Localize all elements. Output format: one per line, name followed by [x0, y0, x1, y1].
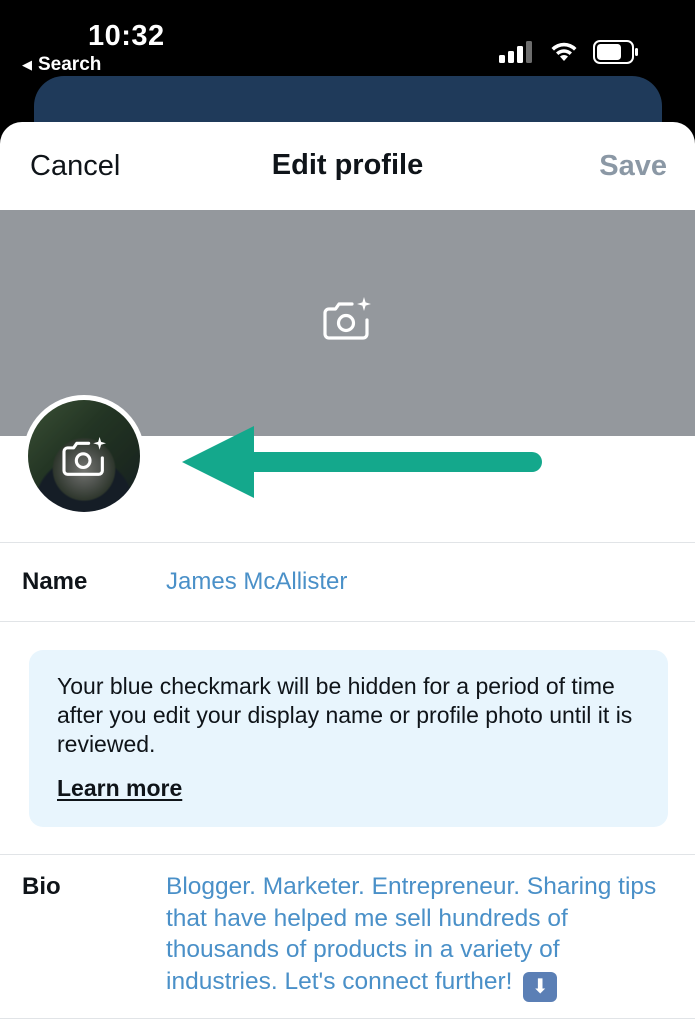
bio-input[interactable]: Blogger. Marketer. Entrepreneur. Sharing…	[166, 871, 666, 1002]
triangle-left-icon: ◀	[22, 57, 32, 72]
down-arrow-emoji: ⬇	[523, 971, 558, 1002]
back-to-search-button[interactable]: ◀ Search	[22, 54, 101, 76]
annotation-arrow	[182, 426, 542, 498]
nav-bar: Cancel Edit profile Save	[0, 122, 695, 210]
bio-label: Bio	[22, 873, 61, 900]
wifi-icon	[551, 42, 577, 61]
status-time: 10:32	[88, 20, 165, 52]
avatar[interactable]	[23, 395, 145, 517]
name-input[interactable]: James McAllister	[166, 568, 347, 596]
notice-text: Your blue checkmark will be hidden for a…	[57, 673, 633, 757]
cancel-button[interactable]: Cancel	[30, 150, 120, 183]
name-label: Name	[22, 568, 88, 595]
status-icons	[499, 40, 639, 64]
bio-text: Blogger. Marketer. Entrepreneur. Sharing…	[166, 873, 657, 995]
name-field-row[interactable]: Name James McAllister	[0, 543, 695, 621]
cellular-signal-icon	[499, 41, 532, 63]
avatar-photo	[28, 400, 140, 512]
edit-profile-sheet: Cancel Edit profile Save Name James McAl…	[0, 122, 695, 1024]
verification-notice: Your blue checkmark will be hidden for a…	[29, 650, 668, 827]
save-button[interactable]: Save	[599, 150, 667, 183]
bio-field-row[interactable]: Bio Blogger. Marketer. Entrepreneur. Sha…	[0, 855, 695, 1020]
divider	[0, 1018, 695, 1019]
camera-add-icon[interactable]	[322, 296, 374, 342]
back-label: Search	[38, 54, 102, 75]
camera-add-icon[interactable]	[61, 436, 109, 478]
status-bar: 10:32 ◀ Search	[0, 0, 695, 80]
divider	[0, 621, 695, 622]
battery-icon	[593, 40, 638, 64]
learn-more-link[interactable]: Learn more	[57, 775, 182, 802]
